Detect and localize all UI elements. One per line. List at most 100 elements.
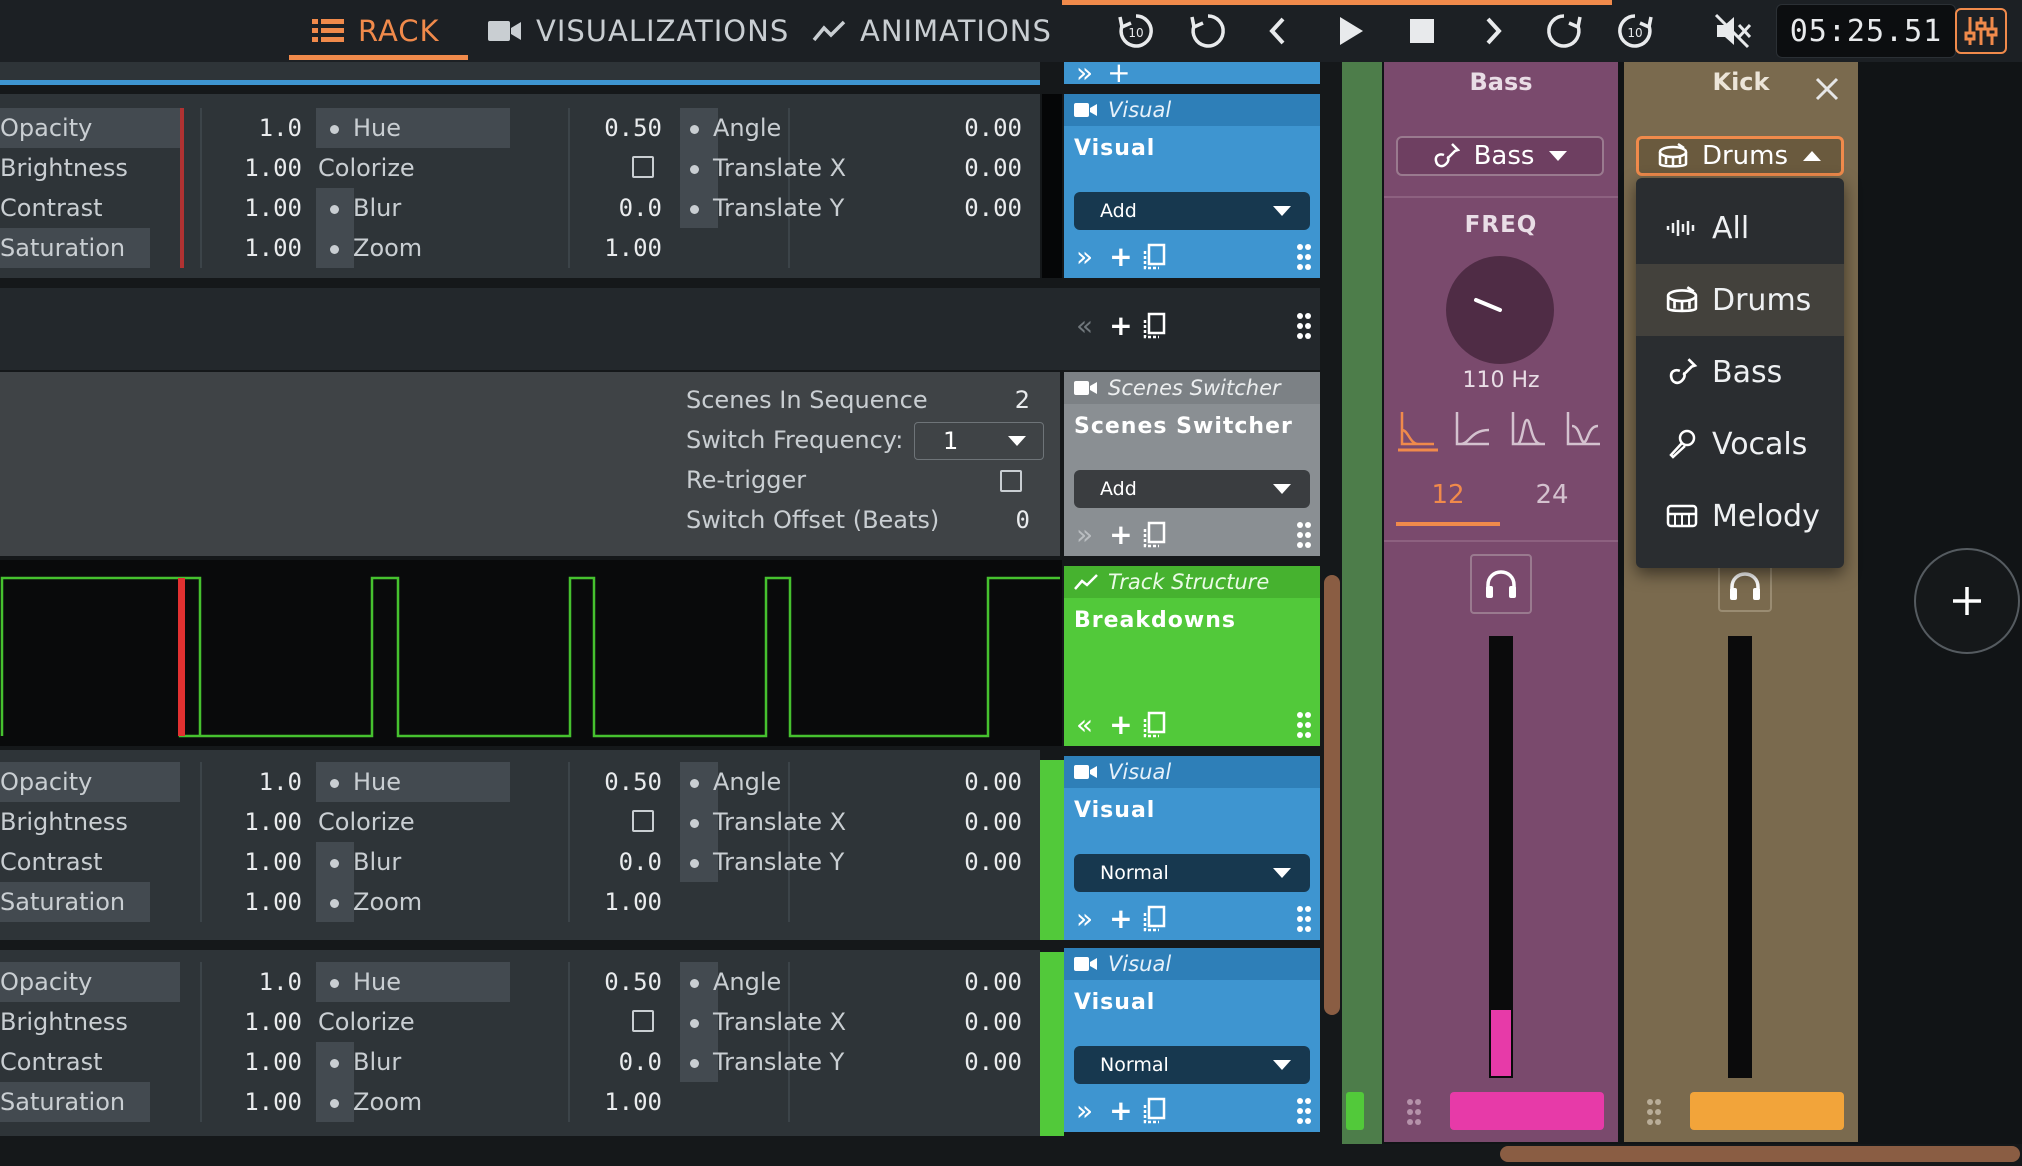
- param-translate-x-value[interactable]: 0.00: [940, 802, 1022, 842]
- channel-source-select[interactable]: Drums: [1636, 136, 1844, 176]
- scenes-in-sequence-value[interactable]: 2: [960, 380, 1030, 420]
- track-structure-card[interactable]: Track Structure Breakdowns « +: [1064, 566, 1320, 746]
- param-translate-x-value[interactable]: 0.00: [940, 148, 1022, 188]
- param-brightness-value[interactable]: 1.00: [220, 802, 302, 842]
- switch-frequency-select[interactable]: 1: [914, 422, 1044, 460]
- collapse-icon[interactable]: «: [1076, 711, 1093, 739]
- drag-handle-icon[interactable]: [1296, 243, 1312, 271]
- param-translate-x-value[interactable]: 0.00: [940, 1002, 1022, 1042]
- solo-headphones-button[interactable]: [1470, 554, 1532, 614]
- slope-option-12[interactable]: 12: [1396, 480, 1500, 510]
- param-blur-value[interactable]: 0.0: [580, 188, 662, 228]
- expand-icon[interactable]: »: [1076, 1097, 1093, 1125]
- dropdown-option-vocals[interactable]: Vocals: [1636, 408, 1844, 480]
- duplicate-icon[interactable]: [1143, 312, 1167, 340]
- mixer-toggle-button[interactable]: [1955, 8, 2007, 54]
- forward-10-button[interactable]: 10: [1612, 8, 1658, 54]
- param-blur-value[interactable]: 0.0: [580, 842, 662, 882]
- colorize-checkbox[interactable]: [632, 1010, 654, 1032]
- expand-icon[interactable]: »: [1076, 905, 1093, 933]
- duplicate-icon[interactable]: [1143, 1097, 1167, 1125]
- level-meter-bass[interactable]: [1489, 636, 1513, 1078]
- param-saturation-value[interactable]: 1.00: [220, 1082, 302, 1122]
- restart-button[interactable]: [1185, 8, 1231, 54]
- param-hue-value[interactable]: 0.50: [580, 962, 662, 1002]
- dropdown-option-all[interactable]: All: [1636, 192, 1844, 264]
- param-angle-value[interactable]: 0.00: [940, 762, 1022, 802]
- channel-color-swatch[interactable]: [1690, 1092, 1844, 1130]
- dropdown-option-melody[interactable]: Melody: [1636, 480, 1844, 552]
- param-hue-value[interactable]: 0.50: [580, 108, 662, 148]
- horizontal-scrollbar-thumb[interactable]: [1500, 1146, 2020, 1162]
- scenes-switcher-card[interactable]: Scenes Switcher Scenes Switcher Add » +: [1064, 372, 1320, 556]
- drag-handle-icon[interactable]: [1296, 521, 1312, 549]
- colorize-checkbox[interactable]: [632, 810, 654, 832]
- blend-mode-select[interactable]: Normal: [1074, 854, 1310, 892]
- dropdown-option-drums[interactable]: Drums: [1636, 264, 1844, 336]
- channel-color-swatch[interactable]: [1450, 1092, 1604, 1130]
- drag-handle-icon[interactable]: [1296, 312, 1312, 340]
- frequency-knob[interactable]: [1446, 256, 1554, 364]
- bandpass-filter-icon[interactable]: [1507, 408, 1551, 452]
- param-angle-value[interactable]: 0.00: [940, 108, 1022, 148]
- close-channel-button[interactable]: [1810, 72, 1844, 106]
- retrigger-checkbox[interactable]: [1000, 470, 1022, 492]
- drag-handle-icon[interactable]: [1296, 1097, 1312, 1125]
- param-blur-value[interactable]: 0.0: [580, 1042, 662, 1082]
- param-brightness-value[interactable]: 1.00: [220, 1002, 302, 1042]
- colorize-checkbox[interactable]: [632, 156, 654, 178]
- param-opacity-value[interactable]: 1.0: [220, 962, 302, 1002]
- collapse-icon[interactable]: «: [1076, 312, 1093, 340]
- param-opacity-value[interactable]: 1.0: [220, 108, 302, 148]
- param-zoom-value[interactable]: 1.00: [580, 1082, 662, 1122]
- param-saturation-value[interactable]: 1.00: [220, 228, 302, 268]
- add-icon[interactable]: +: [1109, 905, 1132, 933]
- drag-handle-icon[interactable]: [1296, 905, 1312, 933]
- stop-button[interactable]: [1399, 8, 1445, 54]
- next-button[interactable]: [1470, 8, 1516, 54]
- drag-handle-icon[interactable]: [1402, 1098, 1426, 1126]
- duplicate-icon[interactable]: [1143, 521, 1167, 549]
- add-icon[interactable]: +: [1109, 243, 1132, 271]
- level-meter-kick[interactable]: [1728, 636, 1752, 1078]
- visual-card-3[interactable]: Visual Visual Normal » +: [1064, 948, 1320, 1132]
- param-zoom-value[interactable]: 1.00: [580, 228, 662, 268]
- param-saturation-value[interactable]: 1.00: [220, 882, 302, 922]
- duplicate-icon[interactable]: [1143, 711, 1167, 739]
- rack-scrollbar-thumb[interactable]: [1324, 575, 1340, 1015]
- tab-visualizations[interactable]: VISUALIZATIONS: [488, 0, 789, 62]
- param-contrast-value[interactable]: 1.00: [220, 188, 302, 228]
- blend-mode-select[interactable]: Add: [1074, 470, 1310, 508]
- param-brightness-value[interactable]: 1.00: [220, 148, 302, 188]
- blend-mode-select[interactable]: Normal: [1074, 1046, 1310, 1084]
- drag-handle-icon[interactable]: [1642, 1098, 1666, 1126]
- param-translate-y-value[interactable]: 0.00: [940, 1042, 1022, 1082]
- tab-rack[interactable]: RACK: [312, 0, 440, 62]
- duplicate-icon[interactable]: [1143, 243, 1167, 271]
- expand-icon[interactable]: »: [1076, 59, 1093, 87]
- param-translate-y-value[interactable]: 0.00: [940, 188, 1022, 228]
- param-opacity-value[interactable]: 1.0: [220, 762, 302, 802]
- slope-option-24[interactable]: 24: [1500, 480, 1604, 510]
- tab-animations[interactable]: ANIMATIONS: [812, 0, 1052, 62]
- add-channel-button[interactable]: [1914, 548, 2020, 654]
- dropdown-option-bass[interactable]: Bass: [1636, 336, 1844, 408]
- param-angle-value[interactable]: 0.00: [940, 962, 1022, 1002]
- blend-mode-select[interactable]: Add: [1074, 192, 1310, 230]
- param-contrast-value[interactable]: 1.00: [220, 842, 302, 882]
- expand-icon[interactable]: »: [1076, 243, 1093, 271]
- visual-card-2[interactable]: Visual Visual Normal » +: [1064, 756, 1320, 940]
- loop-button[interactable]: [1541, 8, 1587, 54]
- rewind-10-button[interactable]: 10: [1113, 8, 1159, 54]
- add-icon[interactable]: +: [1109, 521, 1132, 549]
- add-icon[interactable]: +: [1109, 711, 1132, 739]
- add-icon[interactable]: +: [1109, 1097, 1132, 1125]
- lowpass-filter-icon[interactable]: [1396, 408, 1440, 452]
- param-hue-value[interactable]: 0.50: [580, 762, 662, 802]
- channel-source-select[interactable]: Bass: [1396, 136, 1604, 176]
- duplicate-icon[interactable]: [1143, 905, 1167, 933]
- visual-card-1[interactable]: Visual Visual Add » +: [1064, 94, 1320, 278]
- param-translate-y-value[interactable]: 0.00: [940, 842, 1022, 882]
- switch-offset-value[interactable]: 0: [960, 500, 1030, 540]
- expand-icon[interactable]: »: [1076, 521, 1093, 549]
